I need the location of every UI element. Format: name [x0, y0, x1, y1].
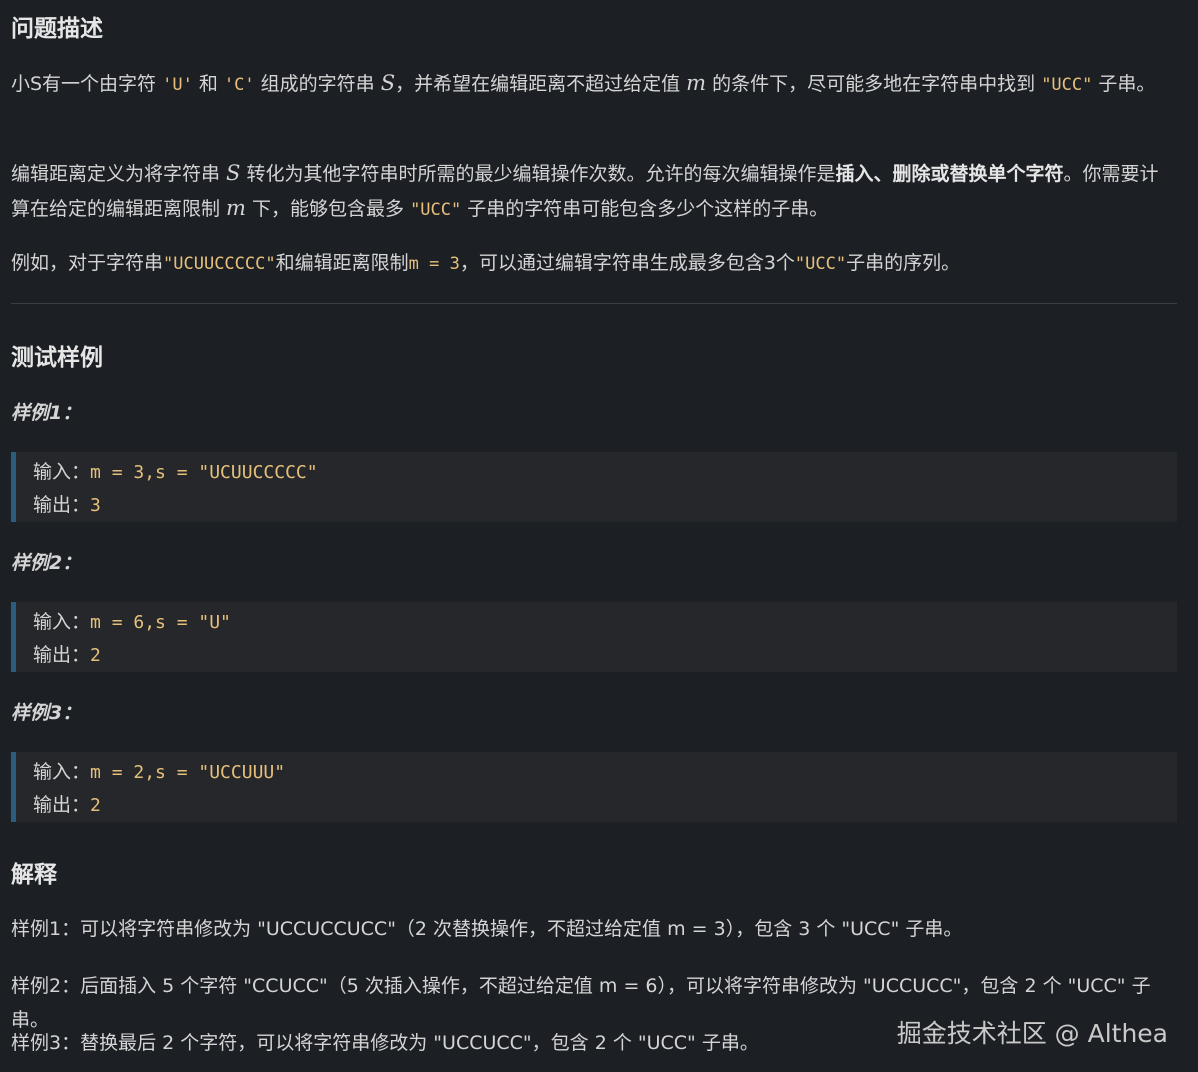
section-title-explain: 解释 — [11, 862, 57, 888]
sample-1-block: 输入：m = 3,s = "UCUUCCCCC" 输出：3 — [11, 452, 1177, 522]
inline-code: 'C' — [223, 75, 255, 95]
inline-code: "UCUUCCCCC" — [163, 254, 276, 274]
inline-code: m = 3 — [408, 254, 460, 274]
math-var: m — [226, 196, 246, 220]
sample-2-label: 样例2： — [11, 552, 82, 574]
bold-text: 插入、删除或替换单个字符 — [835, 163, 1064, 185]
section-title-problem: 问题描述 — [11, 16, 103, 42]
problem-paragraph-2: 编辑距离定义为将字符串 S 转化为其他字符串时所需的最少编辑操作次数。允许的每次… — [11, 161, 1159, 220]
sample-2-input: m = 6,s = "U" — [90, 612, 231, 633]
sample-3-input: m = 2,s = "UCCUUU" — [90, 762, 286, 783]
problem-paragraph-1: 小S有一个由字符 'U' 和 'C' 组成的字符串 S，并希望在编辑距离不超过给… — [11, 71, 1156, 95]
output-label: 输出： — [33, 494, 91, 516]
inline-code: 'U' — [162, 75, 193, 95]
input-label: 输入： — [33, 761, 91, 783]
output-label: 输出： — [33, 644, 91, 666]
sample-3-label: 样例3： — [11, 702, 82, 724]
watermark: 掘金技术社区 @ Althea — [896, 1019, 1168, 1048]
sample-2-output: 2 — [90, 645, 101, 666]
inline-code: "UCC" — [794, 254, 847, 274]
explain-line-1: 样例1：可以将字符串修改为 "UCCUCCUCC"（2 次替换操作，不超过给定值… — [11, 918, 963, 940]
sample-3-output: 2 — [90, 795, 101, 816]
section-title-tests: 测试样例 — [11, 345, 103, 371]
input-label: 输入： — [33, 461, 91, 483]
math-var: S — [226, 161, 241, 185]
math-var: m — [686, 71, 707, 95]
math-var: S — [380, 71, 396, 95]
sample-1-label: 样例1： — [11, 402, 82, 424]
problem-paragraph-3: 例如，对于字符串"UCUUCCCCC"和编辑距离限制m = 3，可以通过编辑字符… — [11, 252, 961, 274]
output-label: 输出： — [33, 794, 91, 816]
inline-code: "UCC" — [410, 200, 462, 220]
sample-3-block: 输入：m = 2,s = "UCCUUU" 输出：2 — [11, 752, 1177, 822]
inline-code: "UCC" — [1041, 75, 1093, 95]
sample-1-output: 3 — [90, 495, 101, 516]
sample-2-block: 输入：m = 6,s = "U" 输出：2 — [11, 602, 1177, 672]
sample-1-input: m = 3,s = "UCUUCCCCC" — [90, 462, 318, 483]
divider — [11, 303, 1177, 304]
input-label: 输入： — [33, 611, 91, 633]
